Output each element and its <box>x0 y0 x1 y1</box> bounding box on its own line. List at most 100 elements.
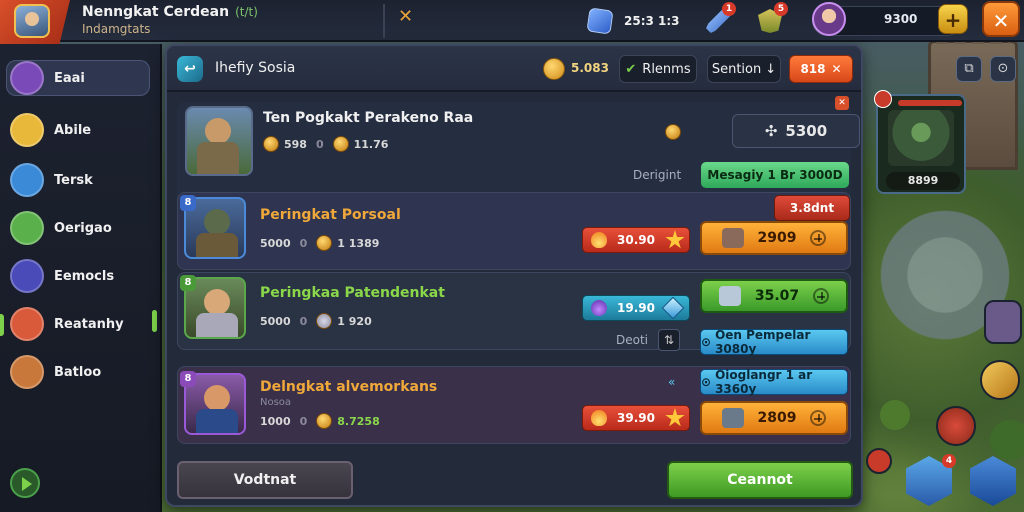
stat-value: 5000 <box>260 314 291 328</box>
sword-icon[interactable] <box>980 360 1020 400</box>
notification-badge: 4 <box>942 454 956 468</box>
offer-action-label: Oioglangr 1 ar 3360y <box>715 368 813 396</box>
add-currency-button[interactable]: + <box>938 4 968 34</box>
profile-avatar[interactable] <box>812 2 846 36</box>
confirm-button[interactable]: Ceannot <box>667 461 853 499</box>
battle-icon <box>10 355 44 389</box>
section-dropdown[interactable]: Sention ↓ <box>707 55 781 83</box>
tier-badge: 8 <box>180 371 196 387</box>
buy-price: 2909 <box>757 230 797 246</box>
active-indicator <box>152 310 157 332</box>
featured-price: 5300 <box>785 122 828 140</box>
active-indicator <box>0 314 4 336</box>
map-target-button[interactable]: ⊙ <box>990 56 1016 82</box>
offer-cost: 39.90 <box>617 411 655 425</box>
refresh-icon[interactable] <box>936 406 976 446</box>
warrior-icon <box>10 113 44 147</box>
star-icon <box>665 230 685 249</box>
offer-stats: 1000 0 8.7258 <box>260 413 380 429</box>
panel-header: ↩ Ihefiy Sosia 5.083 ✔ Rlenms Sention ↓ … <box>167 46 861 92</box>
sidebar-item-abile[interactable]: Abile <box>6 112 150 148</box>
character-body <box>197 142 239 174</box>
close-icon: ✕ <box>831 62 842 76</box>
arrow-icon[interactable]: « <box>668 375 675 389</box>
offer-row[interactable]: 8 Peringkaa Patendenkat 5000 0 1 920 19.… <box>177 272 851 356</box>
character-body <box>196 233 238 257</box>
target-icon: ⊙ <box>701 375 712 389</box>
sidebar-item-label: Tersk <box>54 172 93 188</box>
offer-subtitle: Nosoa <box>260 397 292 408</box>
sidebar-item-label: Abile <box>54 122 92 138</box>
shield-resource[interactable]: 5 <box>758 2 788 34</box>
back-icon[interactable]: ↩ <box>177 56 203 82</box>
hero-icon <box>10 61 44 95</box>
character-head <box>204 385 230 411</box>
play-button[interactable] <box>10 468 40 498</box>
offer-cost-button[interactable]: 30.90 <box>582 227 690 253</box>
red-action-button[interactable]: 818 ✕ <box>789 55 853 83</box>
buy-button[interactable]: 35.07 <box>700 279 848 313</box>
sidebar-item-label: Eemocls <box>54 268 115 284</box>
character-portrait-button[interactable] <box>984 300 1022 344</box>
buy-button[interactable]: 2909 <box>700 221 848 255</box>
wing-icon <box>718 286 741 306</box>
buy-button[interactable]: 2809 <box>700 401 848 435</box>
offer-stats: 5000 0 1 1389 <box>260 235 379 251</box>
cancel-button[interactable]: Vodtnat <box>177 461 353 499</box>
map-layers-button[interactable]: ⧉ <box>956 56 982 82</box>
character-card[interactable]: 8899 <box>876 94 966 194</box>
shield-icon <box>10 163 44 197</box>
featured-stats: 598 0 11.76 <box>263 136 388 152</box>
player-avatar[interactable] <box>14 4 50 38</box>
flame-icon <box>591 410 607 426</box>
flame-icon <box>591 232 607 248</box>
stat-value: 8.7258 <box>337 414 380 428</box>
offer-cost-button[interactable]: 19.90 <box>582 295 690 321</box>
close-icon[interactable]: ✕ <box>398 6 413 27</box>
player-subtitle: Indamgtats <box>82 22 151 36</box>
buy-price: 2809 <box>757 410 797 426</box>
featured-price-button[interactable]: ✣ 5300 <box>732 114 860 148</box>
gem-icon <box>586 7 614 35</box>
stat-separator: 0 <box>315 137 324 151</box>
anvil-icon <box>721 408 744 428</box>
sidebar-item-oerigao[interactable]: Oerigao <box>6 210 150 246</box>
close-button[interactable]: ✕ <box>982 1 1020 37</box>
offer-action-label: Oen Pempelar 3080y <box>715 328 811 356</box>
offer-cost: 30.90 <box>617 233 655 247</box>
stat-value: 1 920 <box>337 314 372 328</box>
sword-resource[interactable]: 1 <box>706 2 736 34</box>
gear-icon <box>10 211 44 245</box>
coin-icon <box>316 413 333 429</box>
offer-title: Peringkaa Patendenkat <box>260 285 445 301</box>
target-icon: ⊙ <box>701 335 712 349</box>
sidebar-item-eaai[interactable]: Eaai <box>6 60 150 96</box>
alert-icon[interactable] <box>866 448 892 474</box>
offer-row[interactable]: 8 Peringkat Porsoal 5000 0 1 1389 3.8dnt… <box>177 192 851 270</box>
filter-label: Rlenms <box>642 61 691 77</box>
featured-action-button[interactable]: Mesagiy 1 Br 3000D <box>701 162 849 188</box>
offer-stats: 5000 0 1 920 <box>260 313 372 329</box>
stat-separator: 0 <box>299 414 308 428</box>
sidebar-item-label: Oerigao <box>54 220 112 236</box>
sidebar-item-tersk[interactable]: Tersk <box>6 162 150 198</box>
character-body <box>196 313 238 337</box>
offer-action-button[interactable]: ⊙ Oioglangr 1 ar 3360y <box>700 368 848 396</box>
close-icon[interactable]: ✕ <box>835 96 849 110</box>
sidebar-item-label: Eaai <box>54 70 85 86</box>
filter-button[interactable]: ✔ Rlenms <box>619 55 697 83</box>
sidebar-item-label: Reatanhy <box>54 316 124 332</box>
sidebar-item-eemocls[interactable]: Eemocls <box>6 258 150 294</box>
gem-resource[interactable]: 25:3 1:3 <box>586 7 680 35</box>
offer-row[interactable]: 8 Delngkat alvemorkans Nosoa 1000 0 8.72… <box>177 366 851 444</box>
offer-action-button[interactable]: ⊙ Oen Pempelar 3080y <box>700 328 848 356</box>
sidebar-item-batloo[interactable]: Batloo <box>6 354 150 390</box>
offer-tag[interactable]: 3.8dnt <box>774 195 850 221</box>
character-value: 8899 <box>886 172 960 190</box>
gem-icon <box>661 296 685 320</box>
sidebar-item-reatanhy[interactable]: Reatanhy <box>6 306 150 342</box>
stat-value: 1000 <box>260 414 291 428</box>
swap-icon[interactable]: ⇅ <box>658 329 680 351</box>
offer-cost: 19.90 <box>617 301 655 315</box>
offer-cost-button[interactable]: 39.90 <box>582 405 690 431</box>
